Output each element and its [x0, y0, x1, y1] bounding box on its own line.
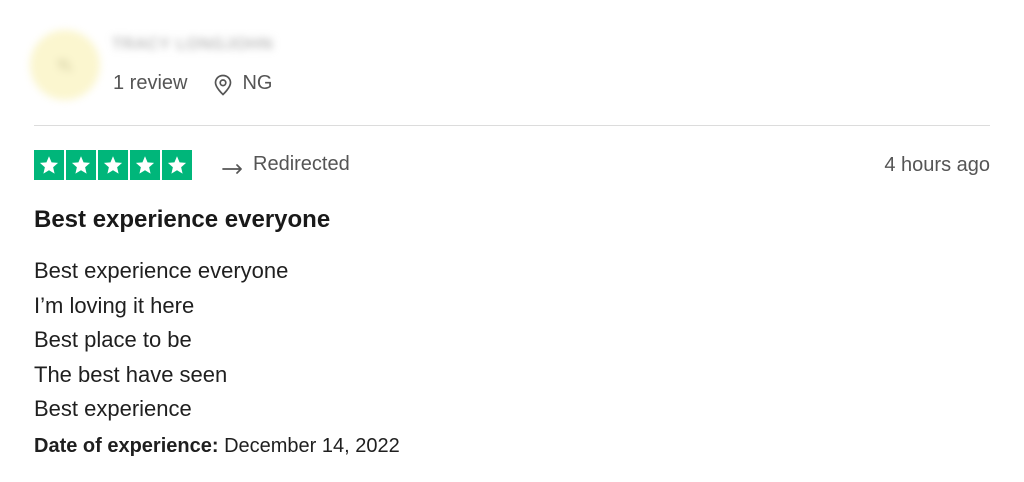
review-body-line: I’m loving it here: [34, 292, 195, 318]
review-count: 1 review: [113, 72, 188, 94]
divider: [34, 125, 990, 126]
date-of-experience-label: Date of experience:: [34, 435, 219, 457]
star-icon: [98, 150, 128, 180]
reviewer-avatar[interactable]: TL: [30, 30, 100, 100]
review-body-line: Best experience everyone: [34, 258, 289, 283]
star-icon: [130, 150, 160, 180]
review-card: TL TRACY LONGJOHN 1 review NG Redirected…: [0, 0, 1024, 482]
star-rating: [34, 150, 192, 180]
review-body-line: Best experience: [34, 396, 192, 421]
review-title[interactable]: Best experience everyone: [34, 206, 330, 234]
location-pin-icon: [215, 74, 232, 96]
review-body-line: Best place to be: [34, 327, 192, 352]
reviewer-meta: 1 review NG: [113, 72, 273, 96]
review-body-line: The best have seen: [34, 361, 228, 387]
review-source-label: Redirected: [253, 153, 350, 175]
redirect-arrow-icon: [222, 163, 242, 174]
star-icon: [34, 150, 64, 180]
star-icon: [66, 150, 96, 180]
date-of-experience: Date of experience: December 14, 2022: [34, 435, 400, 458]
review-source[interactable]: Redirected: [222, 153, 350, 176]
reviewer-location: NG: [242, 72, 273, 94]
review-body: Best experience everyone I’m loving it h…: [34, 254, 288, 427]
avatar-initials: TL: [56, 57, 74, 73]
star-icon: [162, 150, 192, 180]
date-of-experience-value: December 14, 2022: [224, 435, 400, 457]
reviewer-name[interactable]: TRACY LONGJOHN: [112, 36, 273, 54]
review-timestamp: 4 hours ago: [884, 154, 990, 176]
